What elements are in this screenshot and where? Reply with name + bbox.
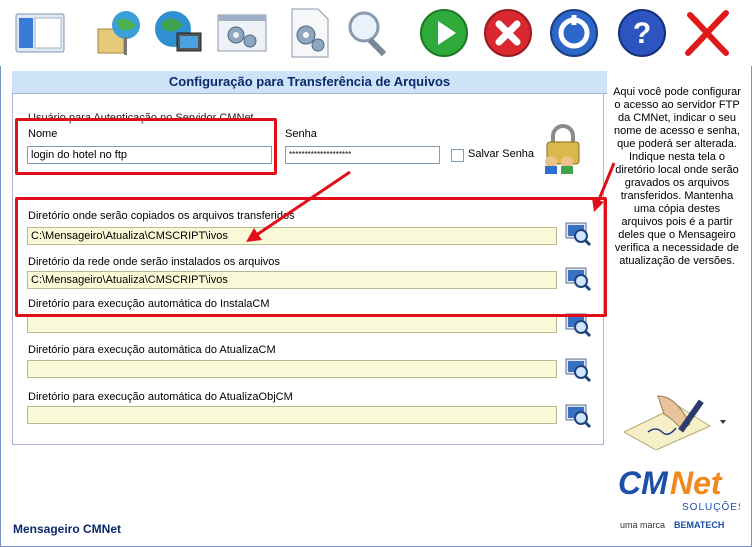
- cmnet-logo: CM Net SOLUÇÕES uma marca BEMATECH: [612, 462, 745, 538]
- logo-brand: BEMATECH: [674, 520, 724, 530]
- side-help-text: Aqui você pode configurar o acesso ao se…: [613, 86, 741, 267]
- footer-app-name: Mensageiro CMNet: [13, 522, 122, 536]
- logo-tag: uma marca: [620, 520, 665, 530]
- logo-cm: CM: [618, 465, 669, 501]
- signature-pen-icon[interactable]: [618, 392, 728, 451]
- logo-net: Net: [670, 465, 723, 501]
- logo-sub: SOLUÇÕES: [682, 500, 740, 513]
